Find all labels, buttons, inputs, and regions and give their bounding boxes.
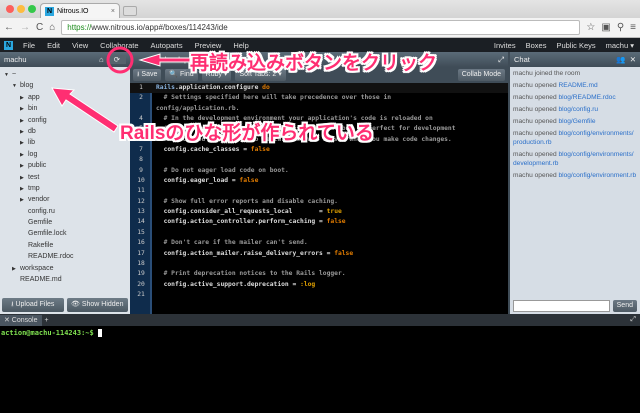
arrow-to-blog	[51, 87, 119, 133]
annotation-reload: 再読み込みボタンをクリック	[190, 53, 438, 74]
highlight-circle	[106, 46, 134, 74]
arrow-to-reload	[138, 53, 191, 67]
annotation-rails: Railsのひな形が作られている	[120, 123, 374, 144]
